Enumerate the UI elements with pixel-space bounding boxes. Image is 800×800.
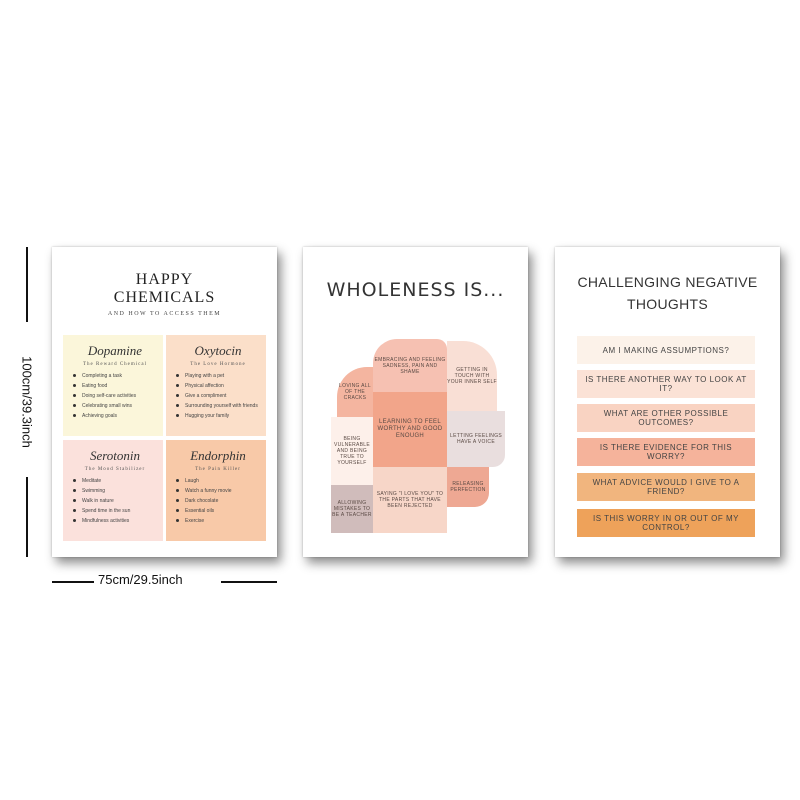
list-item: Surrounding yourself with friends [176,401,260,411]
puzzle-piece-text: GETTING IN TOUCH WITH YOUR INNER SELF [447,367,497,385]
list-item: Eating food [73,381,157,391]
question-text: WHAT ARE OTHER POSSIBLE OUTCOMES? [603,409,729,427]
list-item: Essential oils [176,506,260,516]
list-item: Playing with a pet [176,371,260,381]
puzzle-piece: LOVING ALL OF THE CRACKS [337,367,373,417]
poster3-title-line2: THOUGHTS [627,296,708,312]
question-text: AM I MAKING ASSUMPTIONS? [602,345,730,355]
question-card: IS THERE ANOTHER WAY TO LOOK AT IT? [577,370,755,398]
list-item: Walk in nature [73,496,157,506]
puzzle-piece-text: EMBRACING AND FEELING SADNESS, PAIN AND … [374,356,446,375]
list-item: Hugging your family [176,411,260,421]
question-card: AM I MAKING ASSUMPTIONS? [577,336,755,364]
height-dimension-marker: 100cm/39.3inch [14,247,44,557]
list-item: Watch a funny movie [176,486,260,496]
puzzle-piece-text: LEARNING TO FEEL WORTHY AND GOOD ENOUGH [377,419,443,439]
question-card: WHAT ARE OTHER POSSIBLE OUTCOMES? [577,404,755,432]
chemical-activity-list: Meditate Swimming Walk in nature Spend t… [73,476,157,526]
poster1-subtitle: AND HOW TO ACCESS THEM [107,311,222,317]
puzzle-piece: ALLOWING MISTAKES TO BE A TEACHER [331,485,373,533]
question-text: IS THERE ANOTHER WAY TO LOOK AT IT? [585,375,747,393]
chemical-activity-list: Laugh Watch a funny movie Dark chocolate… [176,476,260,526]
chemical-tagline: The Mood Stabilizer [84,467,146,472]
list-item: Achieving goals [73,411,157,421]
head-puzzle-illustration: LOVING ALL OF THE CRACKS EMBRACING AND F… [331,327,506,533]
chemical-name: Endorphin [190,448,246,463]
chemical-card-oxytocin: Oxytocin The Love Hormone Playing with a… [166,335,266,436]
chemical-card-endorphin: Endorphin The Pain Killer Laugh Watch a … [166,440,266,541]
list-item: Swimming [73,486,157,496]
puzzle-piece-text: LOVING ALL OF THE CRACKS [339,383,371,401]
puzzle-piece-text: SAYING "I LOVE YOU" TO THE PARTS THAT HA… [376,491,444,509]
width-dimension-line-right [221,581,277,583]
list-item: Doing self-care activities [73,391,157,401]
poster1-title-line2: CHEMICALS [113,289,216,306]
poster-challenging-negative-thoughts: CHALLENGING NEGATIVE THOUGHTS AM I MAKIN… [555,247,780,557]
question-text: IS THIS WORRY IN OR OUT OF MY CONTROL? [593,514,739,532]
chemical-card-dopamine: Dopamine The Reward Chemical Completing … [63,335,163,436]
question-text: WHAT ADVICE WOULD I GIVE TO A FRIEND? [592,478,740,496]
chemical-name: Serotonin [89,448,141,463]
poster3-title-line1: CHALLENGING NEGATIVE [577,274,758,290]
list-item: Spend time in the sun [73,506,157,516]
chemical-activity-list: Playing with a pet Physical affection Gi… [176,371,260,421]
question-card: IS THERE EVIDENCE FOR THIS WORRY? [577,438,755,466]
chemical-card-serotonin: Serotonin The Mood Stabilizer Meditate S… [63,440,163,541]
poster1-title-line1: HAPPY [135,271,194,288]
puzzle-piece-text: BEING VULNERABLE AND BEING TRUE TO YOURS… [333,436,371,466]
list-item: Laugh [176,476,260,486]
list-item: Dark chocolate [176,496,260,506]
list-item: Mindfulness activities [73,516,157,526]
height-dimension-label: 100cm/39.3inch [19,356,35,448]
width-dimension-marker: 75cm/29.5inch [52,570,277,592]
puzzle-piece: SAYING "I LOVE YOU" TO THE PARTS THAT HA… [373,467,447,533]
height-dimension-line-top [26,247,28,322]
puzzle-piece: LETTING FEELINGS HAVE A VOICE [447,411,505,467]
chemical-tagline: The Love Hormone [190,362,246,367]
question-card: IS THIS WORRY IN OR OUT OF MY CONTROL? [577,509,755,537]
puzzle-piece: BEING VULNERABLE AND BEING TRUE TO YOURS… [331,417,373,485]
chemical-activity-list: Completing a task Eating food Doing self… [73,371,157,421]
poster-wholeness: WHOLENESS IS... LOVING ALL OF THE CRACKS… [303,247,528,557]
list-item: Exercise [176,516,260,526]
list-item: Celebrating small wins [73,401,157,411]
puzzle-piece: LEARNING TO FEEL WORTHY AND GOOD ENOUGH [373,392,447,467]
width-dimension-line-left [52,581,94,583]
chemical-name: Oxytocin [194,343,242,358]
puzzle-piece-text: LETTING FEELINGS HAVE A VOICE [449,433,503,445]
list-item: Meditate [73,476,157,486]
height-dimension-line-bottom [26,477,28,557]
chemical-name: Dopamine [87,343,143,358]
puzzle-piece: RELEASING PERFECTION [447,467,489,507]
puzzle-piece-text: ALLOWING MISTAKES TO BE A TEACHER [332,500,372,518]
puzzle-piece: EMBRACING AND FEELING SADNESS, PAIN AND … [373,339,447,392]
question-card: WHAT ADVICE WOULD I GIVE TO A FRIEND? [577,473,755,501]
chemical-tagline: The Pain Killer [195,467,241,472]
question-text: IS THERE EVIDENCE FOR THIS WORRY? [599,443,733,461]
poster2-title: WHOLENESS IS... [326,279,505,301]
poster-happy-chemicals: HAPPY CHEMICALS AND HOW TO ACCESS THEM D… [52,247,277,557]
puzzle-piece-text: RELEASING PERFECTION [450,481,486,493]
list-item: Physical affection [176,381,260,391]
list-item: Completing a task [73,371,157,381]
puzzle-piece: GETTING IN TOUCH WITH YOUR INNER SELF [447,341,497,411]
width-dimension-label: 75cm/29.5inch [98,572,183,587]
list-item: Give a compliment [176,391,260,401]
chemical-tagline: The Reward Chemical [83,362,147,367]
